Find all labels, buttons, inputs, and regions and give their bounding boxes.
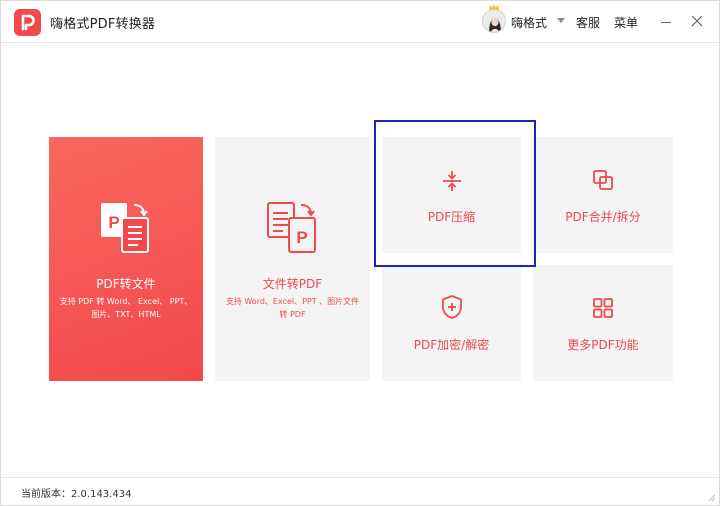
app-window: 嗨格式PDF转换器 嗨格式 客服 菜单 P PDF转文件 支持 PDF 转 Wo… — [0, 0, 720, 506]
file-to-pdf-icon: P — [266, 202, 316, 253]
merge-icon — [593, 170, 613, 190]
menu-button[interactable]: 菜单 — [614, 14, 638, 31]
pdf-encrypt-card[interactable]: PDF加密/解密 — [382, 265, 521, 381]
pdf-to-file-label: PDF转文件 — [96, 277, 156, 291]
pdf-to-file-card[interactable]: P PDF转文件 支持 PDF 转 Word、 Excel、 PPT、图片、TX… — [49, 137, 203, 381]
version-text: 当前版本：2.0.143.434 — [21, 489, 132, 500]
more-pdf-label: 更多PDF功能 — [567, 338, 639, 352]
svg-text:P: P — [296, 228, 307, 247]
selection-highlight — [374, 120, 536, 267]
grid-icon — [593, 298, 613, 318]
file-to-pdf-desc: 支持 Word、Excel、PPT 、图片文件转 PDF — [225, 297, 360, 319]
chevron-down-icon[interactable] — [557, 18, 565, 23]
user-avatar[interactable] — [482, 9, 506, 33]
pdf-logo-icon — [14, 9, 41, 36]
file-to-pdf-card[interactable]: P 文件转PDF 支持 Word、Excel、PPT 、图片文件转 PDF — [215, 137, 370, 381]
more-pdf-card[interactable]: 更多PDF功能 — [533, 265, 673, 381]
status-bar: 当前版本：2.0.143.434 — [1, 477, 719, 505]
resize-grip-icon[interactable] — [708, 494, 716, 502]
pdf-merge-split-card[interactable]: PDF合并/拆分 — [533, 137, 673, 253]
shield-plus-icon — [441, 295, 462, 319]
pdf-merge-split-label: PDF合并/拆分 — [565, 210, 641, 224]
pdf-to-file-icon: P — [101, 203, 149, 253]
file-to-pdf-label: 文件转PDF — [262, 277, 323, 291]
title-bar: 嗨格式PDF转换器 嗨格式 客服 菜单 — [1, 1, 719, 43]
app-title: 嗨格式PDF转换器 — [50, 17, 156, 32]
service-button[interactable]: 客服 — [576, 14, 600, 31]
minimize-icon[interactable] — [661, 22, 671, 23]
pdf-encrypt-label: PDF加密/解密 — [413, 338, 490, 352]
pdf-to-file-desc: 支持 PDF 转 Word、 Excel、 PPT、图片、TXT、HTML — [59, 297, 193, 319]
username[interactable]: 嗨格式 — [511, 14, 547, 31]
close-icon[interactable] — [691, 15, 703, 27]
svg-text:P: P — [108, 213, 119, 232]
